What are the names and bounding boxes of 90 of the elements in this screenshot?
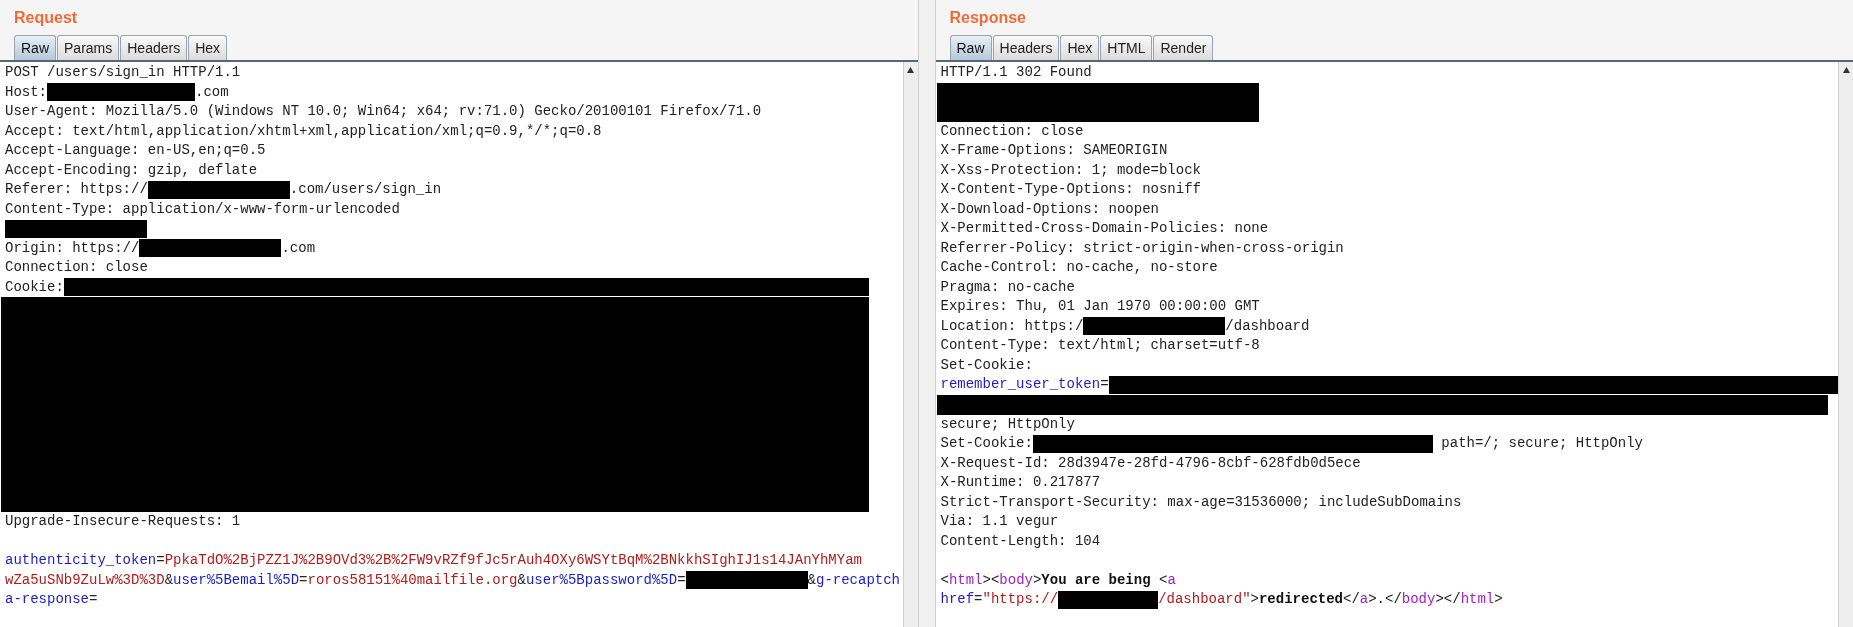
header-text: path=/; secure; HttpOnly bbox=[1440, 434, 1643, 453]
header-text: Referrer-Policy: strict-origin-when-cross-origin bbox=[940, 238, 1344, 258]
tab[interactable]: Raw bbox=[949, 35, 992, 60]
param-name: href bbox=[940, 590, 975, 609]
header-text: Accept-Encoding: gzip, deflate bbox=[5, 160, 258, 180]
scroll-up-icon[interactable] bbox=[906, 66, 915, 74]
header-text: & bbox=[807, 570, 816, 590]
header-text: Set-Cookie: bbox=[940, 355, 1033, 375]
header-text: = bbox=[299, 570, 308, 590]
bold-text: redirected bbox=[1258, 590, 1343, 609]
header-text: X-Runtime: 0.217877 bbox=[940, 473, 1101, 492]
header-text: X-Content-Type-Options: nosniff bbox=[940, 180, 1201, 199]
header-text: Pragma: no-cache bbox=[940, 277, 1075, 297]
param-name: user%5Bemail%5D bbox=[173, 570, 300, 590]
header-text: = bbox=[677, 570, 686, 590]
header-text: X-Xss-Protection: 1; mode=block bbox=[940, 160, 1201, 180]
html-tag: body bbox=[1401, 590, 1436, 610]
header-text: .com/users/sign_in bbox=[289, 180, 442, 199]
header-text: = bbox=[156, 551, 165, 570]
param-name: g-recaptch bbox=[816, 570, 900, 590]
header-text: X-Request-Id: 28d3947e-28fd-4796-8cbf-628fdb0d5ece bbox=[940, 453, 1361, 473]
header-text: > bbox=[1032, 570, 1042, 590]
param-value: roros58151%40mailfile.org bbox=[307, 570, 518, 590]
tab[interactable]: Raw bbox=[14, 35, 56, 60]
scroll-up-icon[interactable] bbox=[1841, 66, 1851, 74]
param-value: PpkaTdO%2BjPZZ1J%2B9OVd3%2B%2FW9vRZf9fJc5rAuh4OXy6WSYtBqM%2BNkkhSIghIJ1s14JAnYhMYam bbox=[164, 551, 862, 570]
header-text: Accept: text/html,application/xhtml+xml,application/xml;q=0.9,*/*;q=0.8 bbox=[5, 121, 602, 141]
html-tag: a bbox=[1359, 590, 1369, 610]
html-tag: a bbox=[1167, 570, 1176, 590]
header-text: Set-Cookie: bbox=[940, 434, 1033, 453]
header-text: Host: bbox=[5, 82, 47, 102]
param-value: /dashboard" bbox=[1158, 590, 1251, 609]
tab[interactable]: Headers bbox=[120, 35, 188, 60]
header-text: = bbox=[89, 590, 98, 609]
header-text: = bbox=[1100, 375, 1109, 394]
param-name: a-response bbox=[5, 590, 89, 609]
html-tag: html bbox=[948, 570, 983, 590]
header-text: </ bbox=[1343, 590, 1360, 609]
header-text: Cache-Control: no-cache, no-store bbox=[940, 258, 1218, 277]
header-text: X-Frame-Options: SAMEORIGIN bbox=[940, 141, 1168, 160]
header-text: > bbox=[1494, 590, 1503, 609]
tab[interactable]: Headers bbox=[992, 35, 1060, 60]
header-text: Content-Length: 104 bbox=[940, 531, 1101, 551]
tab[interactable]: Hex bbox=[188, 35, 228, 60]
header-text: < bbox=[940, 570, 949, 590]
header-text: & bbox=[517, 570, 526, 590]
scrollbar[interactable] bbox=[1838, 62, 1853, 627]
header-text: User-Agent: Mozilla/5.0 (Windows NT 10.0; Win64; x64; rv:71.0) Gecko/20100101 Firefox/71.0 bbox=[5, 102, 762, 121]
header-text: Location: https:/ bbox=[940, 316, 1084, 336]
panel-title: Request bbox=[13, 8, 79, 28]
param-value: "https:// bbox=[982, 590, 1059, 609]
header-text: HTTP/1.1 302 Found bbox=[940, 63, 1092, 82]
header-text: Via: 1.1 vegur bbox=[940, 512, 1059, 531]
header-text: Content-Type: text/html; charset=utf-8 bbox=[940, 336, 1260, 355]
header-text: Connection: close bbox=[940, 121, 1084, 141]
param-name: user%5Bpassword%5D bbox=[525, 570, 678, 590]
html-tag: html bbox=[1460, 590, 1495, 610]
header-text: .com bbox=[195, 82, 229, 102]
tab[interactable]: Render bbox=[1153, 35, 1214, 60]
param-name: authenticity_token bbox=[5, 551, 157, 570]
header-text: Expires: Thu, 01 Jan 1970 00:00:00 GMT bbox=[940, 297, 1260, 316]
header-text: Content-Type: application/x-www-form-urlencoded bbox=[5, 199, 400, 219]
header-text: POST /users/sign_in HTTP/1.1 bbox=[5, 63, 241, 82]
header-text: Accept-Language: en-US,en;q=0.5 bbox=[5, 141, 266, 160]
tab[interactable]: Params bbox=[57, 35, 120, 60]
header-text: Connection: close bbox=[5, 258, 148, 277]
header-text: & bbox=[164, 570, 174, 590]
header-text: Upgrade-Insecure-Requests: 1 bbox=[5, 512, 241, 531]
header-text: < bbox=[1158, 570, 1168, 590]
panel-title: Response bbox=[948, 8, 1027, 28]
scrollbar[interactable] bbox=[902, 62, 918, 627]
header-text: /dashboard bbox=[1225, 316, 1310, 336]
param-value: wZa5uSNb9ZuLw%3D%3D bbox=[5, 570, 165, 590]
tab[interactable]: HTML bbox=[1100, 35, 1153, 60]
header-text: .com bbox=[281, 238, 316, 258]
bold-text: You are being bbox=[1041, 570, 1152, 590]
header-text: >< bbox=[982, 570, 1000, 590]
header-text: >.</ bbox=[1368, 590, 1402, 609]
header-text: secure; HttpOnly bbox=[940, 414, 1075, 434]
tab[interactable]: Hex bbox=[1060, 35, 1100, 60]
header-text: Strict-Transport-Security: max-age=31536000; includeSubDomains bbox=[940, 492, 1462, 512]
header-text: > bbox=[1250, 590, 1259, 609]
header-text: ></ bbox=[1435, 590, 1461, 609]
param-name: remember_user_token bbox=[940, 375, 1101, 394]
html-tag: body bbox=[999, 570, 1033, 590]
header-text: X-Permitted-Cross-Domain-Policies: none bbox=[940, 219, 1269, 238]
header-text: Origin: https:// bbox=[5, 238, 140, 258]
header-text: Referer: https:// bbox=[5, 180, 148, 199]
header-text: = bbox=[974, 590, 983, 609]
header-text: X-Download-Options: noopen bbox=[940, 199, 1159, 219]
